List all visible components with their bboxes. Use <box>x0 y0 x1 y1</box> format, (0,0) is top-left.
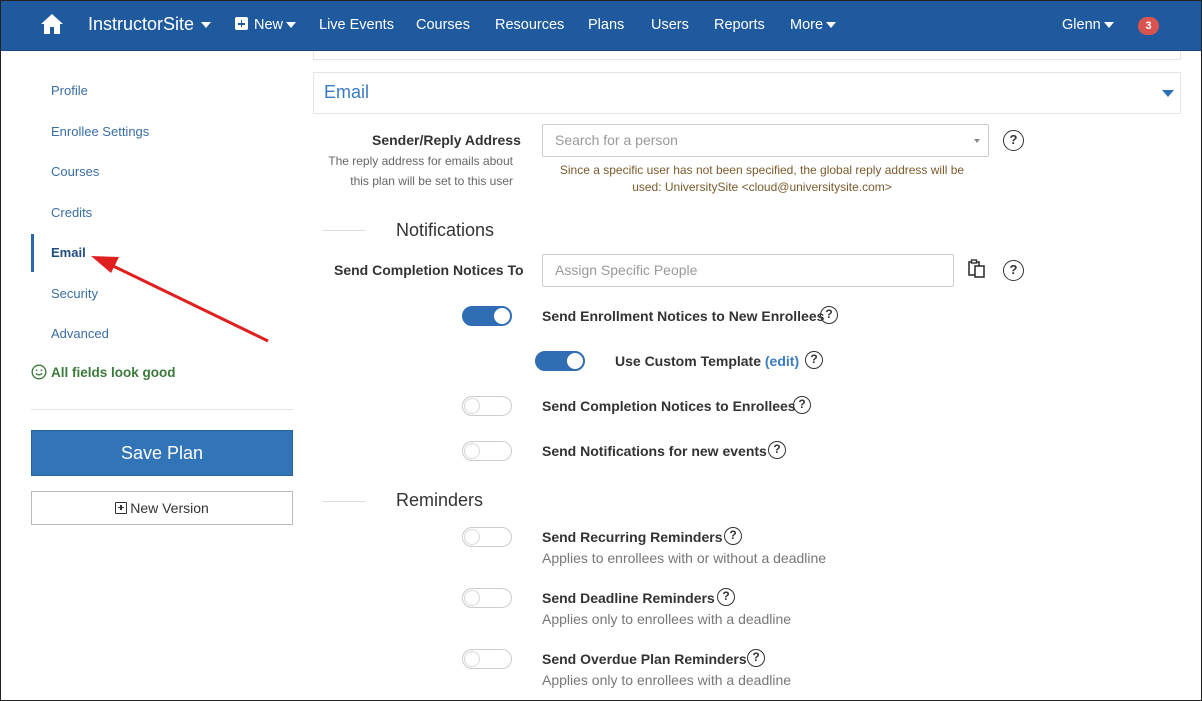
sender-search-select[interactable]: Search for a person <box>542 124 989 157</box>
overdue-reminders-sub: Applies only to enrollees with a deadlin… <box>542 672 792 688</box>
nav-resources[interactable]: Resources <box>495 17 564 33</box>
divider <box>31 409 293 410</box>
toggle-knob <box>464 443 480 459</box>
chevron-down-icon <box>286 22 297 29</box>
custom-template-label: Use Custom Template <box>615 353 761 369</box>
sidebar-item-enrollee-settings[interactable]: Enrollee Settings <box>51 124 149 139</box>
sidebar-item-credits[interactable]: Credits <box>51 205 92 220</box>
smile-icon <box>31 364 47 380</box>
custom-template-toggle[interactable] <box>535 351 585 371</box>
completion-notices-label: Send Completion Notices to Enrollees <box>542 398 796 414</box>
toggle-knob <box>464 398 480 414</box>
panel-title: Email <box>324 82 370 102</box>
help-icon[interactable]: ? <box>1003 130 1024 151</box>
caret-down-icon <box>1162 90 1174 97</box>
toggle-knob <box>464 590 480 606</box>
plus-square-icon <box>235 17 248 30</box>
help-icon[interactable]: ? <box>805 351 823 369</box>
recurring-reminders-toggle[interactable] <box>462 527 512 547</box>
sender-search-placeholder: Search for a person <box>555 132 678 148</box>
sidebar-item-email[interactable]: Email <box>51 245 86 260</box>
notifications-heading: Notifications <box>396 220 495 240</box>
edit-template-link[interactable]: (edit) <box>765 353 799 369</box>
chevron-down-icon <box>826 22 837 29</box>
help-icon[interactable]: ? <box>1003 260 1024 281</box>
help-icon[interactable]: ? <box>717 588 735 606</box>
brand-name: InstructorSite <box>88 14 195 34</box>
nav-users[interactable]: Users <box>651 17 689 33</box>
nav-plans[interactable]: Plans <box>588 17 624 33</box>
sender-help-line-2: this plan will be set to this user <box>350 174 513 188</box>
custom-template-row: Use Custom Template (edit) <box>615 353 799 369</box>
completion-to-label: Send Completion Notices To <box>334 262 524 278</box>
help-icon[interactable]: ? <box>793 396 811 414</box>
deadline-reminders-sub: Applies only to enrollees with a deadlin… <box>542 611 792 627</box>
user-menu[interactable]: Glenn <box>1062 17 1114 33</box>
toggle-knob <box>494 308 510 324</box>
help-icon[interactable]: ? <box>747 649 765 667</box>
new-events-toggle[interactable] <box>462 441 512 461</box>
new-version-label: New Version <box>130 500 209 516</box>
chevron-down-icon <box>201 21 212 28</box>
completion-notices-toggle[interactable] <box>462 396 512 416</box>
overdue-reminders-toggle[interactable] <box>462 649 512 669</box>
toggle-knob <box>464 651 480 667</box>
assign-people-placeholder: Assign Specific People <box>555 262 698 278</box>
sidebar-item-advanced[interactable]: Advanced <box>51 326 109 341</box>
sender-label: Sender/Reply Address <box>372 132 521 148</box>
nav-live-events[interactable]: Live Events <box>319 17 394 33</box>
sender-note-line-1: Since a specific user has not been speci… <box>559 163 965 177</box>
toggle-knob <box>464 529 480 545</box>
assign-people-input[interactable]: Assign Specific People <box>542 254 954 287</box>
new-label: New <box>254 17 284 33</box>
more-label: More <box>790 17 824 33</box>
sender-help: The reply address for emails about this … <box>313 151 513 191</box>
plus-square-icon <box>115 502 128 514</box>
sidebar: Profile Enrollee Settings Courses Credit… <box>1 52 301 700</box>
top-navbar: InstructorSite New Live Events Courses R… <box>1 1 1201 51</box>
email-panel-header[interactable]: Email <box>313 72 1181 114</box>
deadline-reminders-toggle[interactable] <box>462 588 512 608</box>
app-window: InstructorSite New Live Events Courses R… <box>0 0 1202 701</box>
chevron-down-icon <box>1103 22 1114 29</box>
enrollment-notices-label: Send Enrollment Notices to New Enrollees <box>542 308 825 324</box>
help-icon[interactable]: ? <box>724 527 742 545</box>
user-name: Glenn <box>1062 17 1101 33</box>
previous-panel-edge <box>313 51 1181 60</box>
home-icon[interactable] <box>40 13 64 35</box>
recurring-reminders-label: Send Recurring Reminders <box>542 529 723 545</box>
nav-more[interactable]: More <box>790 17 837 33</box>
help-icon[interactable]: ? <box>820 306 838 324</box>
sidebar-item-security[interactable]: Security <box>51 286 98 301</box>
overdue-reminders-label: Send Overdue Plan Reminders <box>542 651 747 667</box>
section-divider <box>323 230 365 231</box>
enrollment-notices-toggle[interactable] <box>462 306 512 326</box>
clipboard-icon[interactable] <box>967 259 987 279</box>
validation-status: All fields look good <box>31 364 176 380</box>
save-plan-button[interactable]: Save Plan <box>31 430 293 476</box>
section-divider <box>323 501 365 502</box>
reminders-heading: Reminders <box>396 490 484 510</box>
sender-note-line-2: used: UniversitySite <cloud@universitysi… <box>632 180 892 194</box>
nav-reports[interactable]: Reports <box>714 17 765 33</box>
nav-courses[interactable]: Courses <box>416 17 470 33</box>
brand-menu[interactable]: InstructorSite <box>88 14 212 35</box>
sender-note: Since a specific user has not been speci… <box>542 162 982 196</box>
sender-help-line-1: The reply address for emails about <box>328 154 513 168</box>
help-icon[interactable]: ? <box>768 441 786 459</box>
sidebar-item-courses[interactable]: Courses <box>51 164 99 179</box>
new-menu[interactable]: New <box>235 17 297 33</box>
sidebar-item-profile[interactable]: Profile <box>51 83 88 98</box>
toggle-knob <box>567 353 583 369</box>
recurring-reminders-sub: Applies to enrollees with or without a d… <box>542 550 827 566</box>
deadline-reminders-label: Send Deadline Reminders <box>542 590 715 606</box>
new-events-label: Send Notifications for new events <box>542 443 767 459</box>
notification-badge[interactable]: 3 <box>1138 17 1159 35</box>
new-version-button[interactable]: New Version <box>31 491 293 525</box>
validation-status-text: All fields look good <box>51 364 176 380</box>
chevron-down-icon <box>974 139 980 143</box>
active-indicator <box>31 234 34 272</box>
